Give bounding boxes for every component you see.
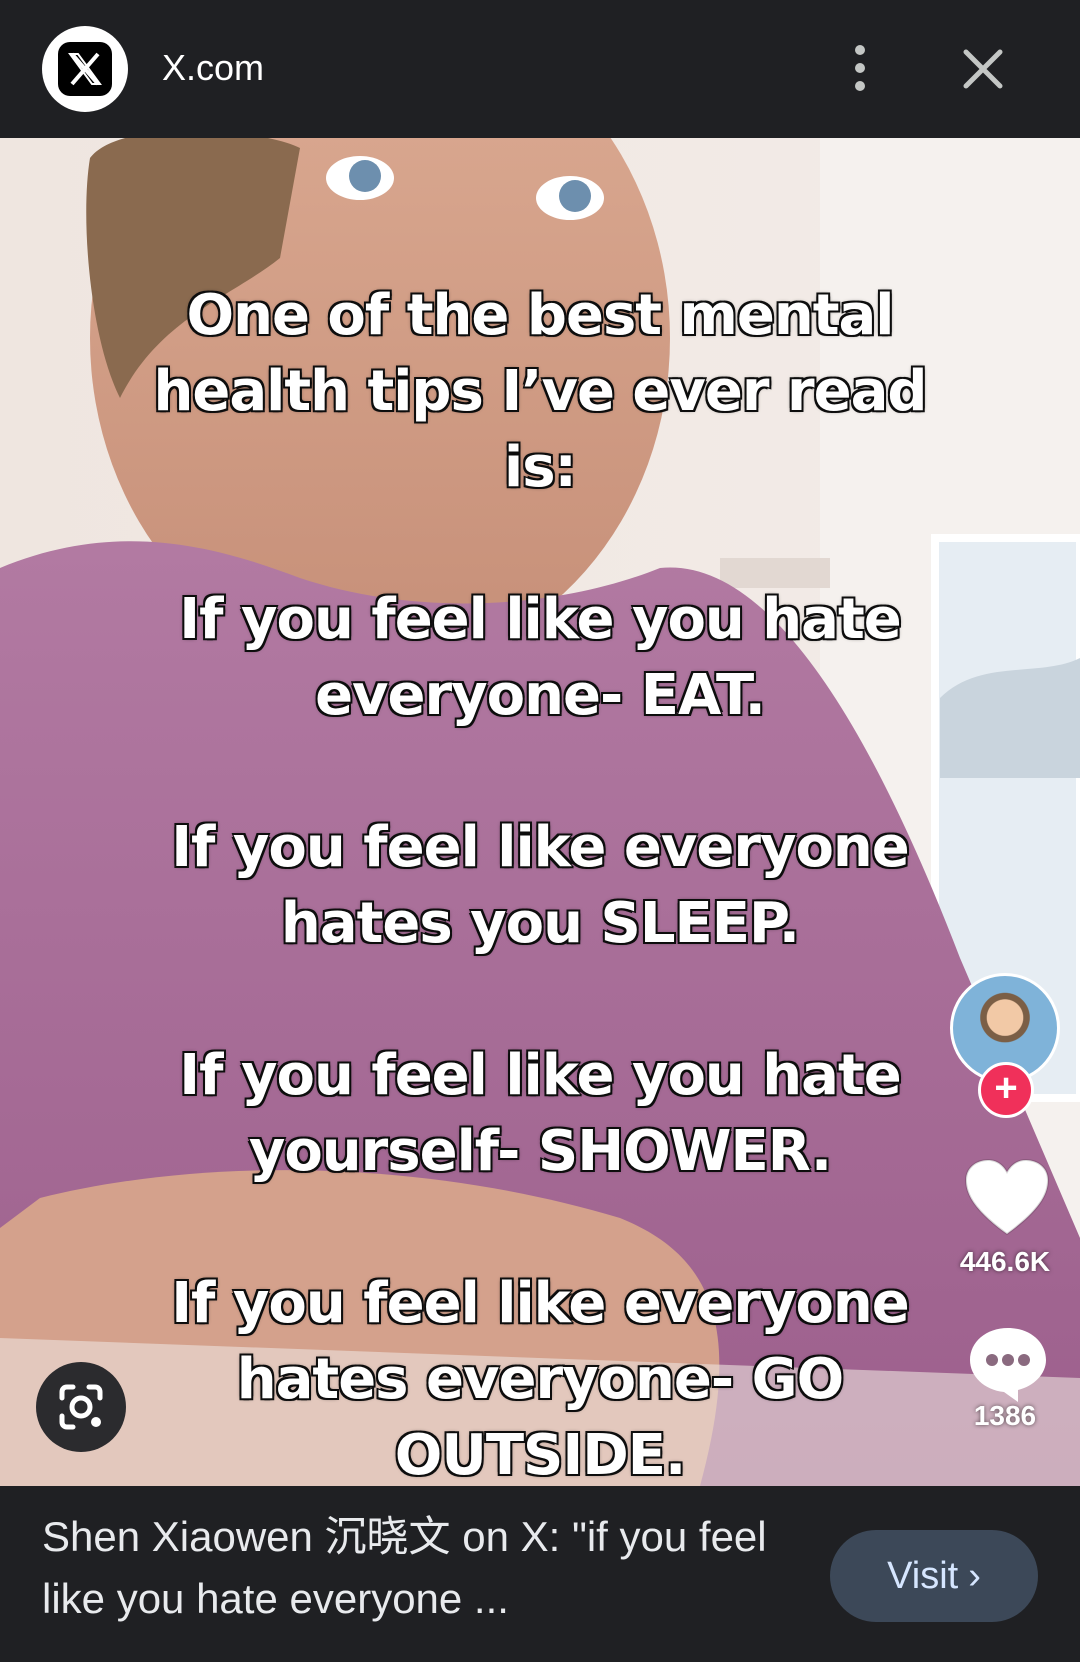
lens-search-icon[interactable]	[36, 1362, 126, 1452]
result-info-bar: Shen Xiaowen 沉晓文 on X: "if you feel like…	[0, 1486, 1080, 1662]
like-count: 446.6K	[959, 1246, 1051, 1277]
caption-line: If you feel like everyone hates you SLEE…	[170, 814, 911, 957]
media-image[interactable]: One of the best mental health tips I’ve …	[0, 138, 1080, 1486]
close-icon[interactable]	[958, 44, 1008, 94]
more-vert-icon[interactable]	[840, 40, 880, 96]
site-name: X.com	[162, 47, 265, 88]
caption-line: If you feel like you hate everyone- EAT.	[178, 586, 902, 729]
result-title[interactable]: Shen Xiaowen 沉晓文 on X: "if you feel like…	[42, 1506, 782, 1630]
comment-icon[interactable]	[966, 1324, 1050, 1404]
comment-count: 1386	[973, 1400, 1037, 1431]
x-logo-icon[interactable]	[42, 26, 128, 112]
caption-line: If you feel like everyone hates everyone…	[170, 1270, 911, 1486]
chevron-right-icon: ›	[968, 1555, 981, 1597]
heart-icon[interactable]	[964, 1158, 1050, 1238]
visit-button[interactable]: Visit ›	[830, 1530, 1038, 1622]
caption-line: If you feel like you hate yourself- SHOW…	[178, 1042, 902, 1185]
visit-label: Visit	[887, 1555, 959, 1597]
follow-button[interactable]: +	[978, 1062, 1034, 1118]
caption-line: One of the best mental health tips I’ve …	[153, 282, 929, 501]
top-app-bar: X.com	[0, 0, 1080, 138]
video-caption: One of the best mental health tips I’ve …	[150, 278, 930, 1486]
